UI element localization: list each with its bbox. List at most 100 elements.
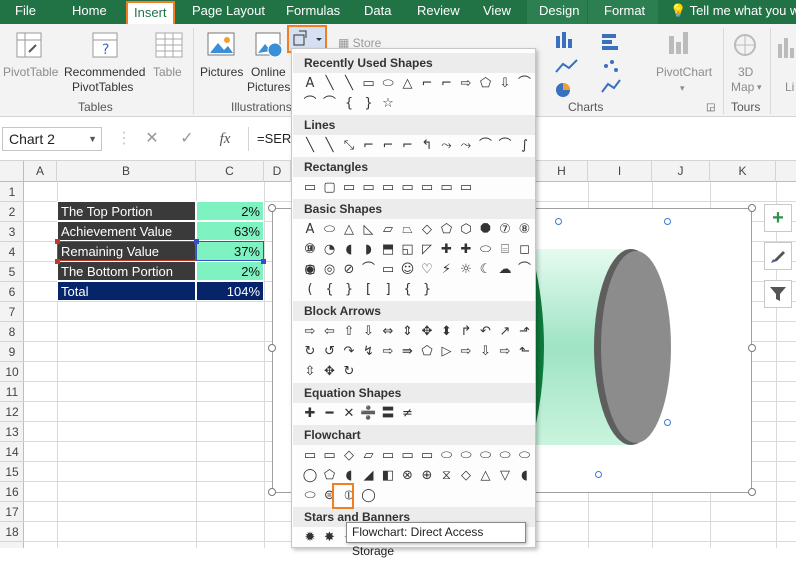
shape-item[interactable]: ✥ [321, 363, 339, 381]
shape-item[interactable]: ⌐ [379, 137, 397, 155]
row-header[interactable]: 8 [0, 322, 24, 342]
shape-item[interactable]: ⇩ [496, 75, 514, 93]
series-point-handle[interactable] [664, 419, 671, 426]
shape-item[interactable]: ☁ [496, 261, 514, 279]
shape-item[interactable]: ⌒ [516, 261, 534, 279]
shape-item[interactable]: ⌐ [399, 137, 417, 155]
shape-item[interactable]: ⬭ [457, 447, 475, 465]
selected-shape-direct-access-storage-highlight[interactable] [332, 483, 354, 509]
shape-item[interactable]: ✸ [321, 529, 339, 547]
row-header[interactable]: 12 [0, 402, 24, 422]
shape-item[interactable]: ⊘ [340, 261, 358, 279]
shape-item[interactable]: ⬍ [438, 323, 456, 341]
shape-item[interactable]: } [418, 281, 436, 299]
table-icon[interactable] [154, 30, 184, 60]
shape-item[interactable]: ▷ [438, 343, 456, 361]
tab-review[interactable]: Review [417, 0, 460, 24]
series-point-handle[interactable] [555, 218, 562, 225]
row-header[interactable]: 11 [0, 382, 24, 402]
row-header[interactable]: 7 [0, 302, 24, 322]
chart-filters-icon[interactable] [764, 280, 792, 308]
column-header[interactable]: B [57, 161, 196, 182]
shape-item[interactable]: ⇩ [477, 343, 495, 361]
shape-item[interactable]: ⬭ [496, 447, 514, 465]
select-all-corner[interactable] [0, 161, 24, 182]
shape-item[interactable]: ⇨ [457, 75, 475, 93]
3d-map-dropdown-icon[interactable]: ▾ [757, 80, 762, 95]
shape-item[interactable]: ⇛ [399, 343, 417, 361]
shape-item[interactable]: ▭ [438, 179, 456, 197]
shape-item[interactable]: ⇨ [379, 343, 397, 361]
table-label-cell[interactable]: Remaining Value [57, 241, 196, 261]
cancel-icon[interactable]: ✕ [140, 127, 164, 151]
pivottable-label[interactable]: PivotTable [3, 65, 58, 80]
shape-item[interactable]: ⬠ [438, 221, 456, 239]
shape-item[interactable]: ↻ [301, 343, 319, 361]
3d-map-label-1[interactable]: 3D [738, 65, 753, 80]
shape-item[interactable]: ⇨ [457, 343, 475, 361]
shape-item[interactable]: ✚ [457, 241, 475, 259]
tab-formulas[interactable]: Formulas [286, 0, 340, 24]
shape-item[interactable]: ◎ [321, 261, 339, 279]
shape-item[interactable]: ⇨ [496, 343, 514, 361]
table-label[interactable]: Table [153, 65, 182, 80]
shape-item[interactable]: ◻ [301, 261, 319, 279]
shape-item[interactable]: ⬠ [418, 343, 436, 361]
range-handle[interactable] [55, 239, 60, 244]
chart-resize-handle[interactable] [268, 344, 276, 352]
column-header[interactable]: H [536, 161, 588, 182]
shape-item[interactable]: { [340, 95, 358, 113]
shape-item[interactable]: ╲ [321, 75, 339, 93]
recommended-label-2[interactable]: PivotTables [72, 80, 133, 95]
shape-item[interactable]: ↻ [340, 363, 358, 381]
pictures-label[interactable]: Pictures [200, 65, 243, 80]
shape-item[interactable]: ⬭ [321, 221, 339, 239]
shape-item[interactable]: [ [360, 281, 378, 299]
row-header[interactable]: 1 [0, 182, 24, 202]
shape-item[interactable]: ◖ [340, 241, 358, 259]
tab-view[interactable]: View [483, 0, 511, 24]
shape-item[interactable]: ▭ [379, 447, 397, 465]
shape-item[interactable]: ⯃ [477, 221, 495, 239]
shape-item[interactable]: ◗ [360, 241, 378, 259]
shape-item[interactable]: ◯ [360, 487, 378, 505]
shape-item[interactable]: ▱ [360, 447, 378, 465]
chart-resize-handle[interactable] [748, 488, 756, 496]
column-header[interactable]: C [196, 161, 264, 182]
shape-item[interactable]: ↯ [360, 343, 378, 361]
column-header[interactable]: A [24, 161, 57, 182]
shape-item[interactable]: ▭ [379, 179, 397, 197]
shape-item[interactable]: ⬏ [516, 323, 534, 341]
shape-item[interactable]: ⚡ [438, 261, 456, 279]
row-header[interactable]: 6 [0, 282, 24, 302]
shape-item[interactable]: ◇ [457, 467, 475, 485]
table-total-value[interactable]: 104% [196, 281, 264, 301]
shape-item[interactable]: ⤳ [457, 137, 475, 155]
shape-item[interactable]: ⑩ [301, 241, 319, 259]
shape-item[interactable]: ⬠ [477, 75, 495, 93]
pivotchart-label[interactable]: PivotChart [656, 65, 712, 80]
shape-item[interactable]: ✚ [438, 241, 456, 259]
shape-item[interactable]: ⌒ [301, 95, 319, 113]
column-header[interactable]: D [264, 161, 291, 182]
shape-item[interactable]: ◔ [321, 241, 339, 259]
shape-item[interactable]: ⬒ [379, 241, 397, 259]
shape-item[interactable]: ⑦ [496, 221, 514, 239]
chart-resize-handle[interactable] [268, 204, 276, 212]
shape-item[interactable]: ▭ [360, 75, 378, 93]
shape-item[interactable]: ⌐ [438, 75, 456, 93]
table-value-cell[interactable]: 2% [196, 201, 264, 221]
pictures-icon[interactable] [205, 30, 237, 60]
shape-item[interactable]: ⬭ [477, 241, 495, 259]
shape-item[interactable]: ⌒ [516, 75, 534, 93]
sparkline-icon[interactable] [776, 32, 796, 62]
shape-item[interactable]: ▽ [496, 467, 514, 485]
range-handle[interactable] [194, 239, 199, 244]
shape-item[interactable]: ▭ [340, 179, 358, 197]
shape-item[interactable]: ▭ [399, 447, 417, 465]
shape-item[interactable]: A [301, 75, 319, 93]
shape-item[interactable]: ⬭ [477, 447, 495, 465]
shape-item[interactable]: ↱ [457, 323, 475, 341]
shape-item[interactable]: ⬑ [516, 343, 534, 361]
tab-format[interactable]: Format [588, 0, 658, 24]
